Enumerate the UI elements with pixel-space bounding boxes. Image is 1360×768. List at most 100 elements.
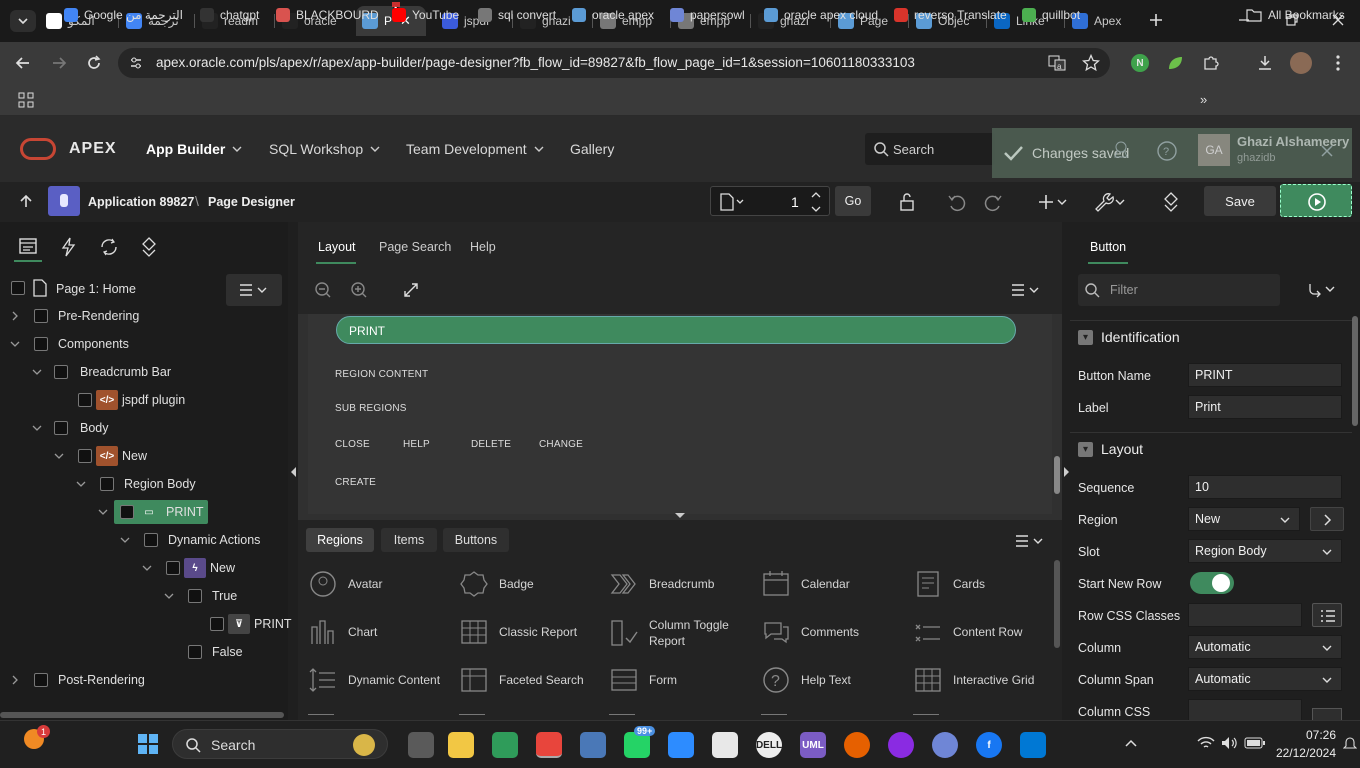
- kebab-menu-icon[interactable]: [1330, 54, 1346, 72]
- create-slot-label[interactable]: CREATE: [335, 477, 376, 488]
- layout-menu-icon[interactable]: [1010, 283, 1042, 297]
- url-text[interactable]: apex.oracle.com/pls/apex/r/apex/app-buil…: [156, 55, 915, 70]
- sub-regions-label[interactable]: SUB REGIONS: [335, 403, 407, 414]
- close-slot-label[interactable]: CLOSE: [335, 439, 370, 450]
- gallery-item[interactable]: Classic Report: [459, 617, 599, 647]
- chevron-down-icon[interactable]: [76, 479, 86, 489]
- lock-page-icon[interactable]: [896, 191, 918, 213]
- rendering-tab-icon[interactable]: [18, 236, 40, 258]
- file-explorer-icon[interactable]: [448, 732, 474, 758]
- tree-checkbox[interactable]: [100, 477, 114, 491]
- row-css-picker-button[interactable]: [1312, 603, 1342, 627]
- region-goto-button[interactable]: [1310, 507, 1344, 531]
- clock-time[interactable]: 07:26: [1282, 728, 1336, 742]
- chevron-down-icon[interactable]: [120, 535, 130, 545]
- tree-node-label[interactable]: Dynamic Actions: [168, 533, 260, 547]
- zoom-out-icon[interactable]: [314, 281, 332, 299]
- tab-search-button[interactable]: [10, 10, 36, 32]
- zoom-in-icon[interactable]: [350, 281, 368, 299]
- tree-checkbox[interactable]: [188, 589, 202, 603]
- gallery-item[interactable]: Calendar: [761, 569, 901, 599]
- nav-app-builder[interactable]: App Builder: [146, 141, 243, 157]
- tree-checkbox[interactable]: [166, 561, 180, 575]
- expand-icon[interactable]: [402, 281, 420, 299]
- apex-logo-text[interactable]: APEX: [69, 140, 117, 158]
- tree-node-label[interactable]: Body: [80, 421, 109, 435]
- windows-start-icon[interactable]: [137, 733, 159, 755]
- bookmark-star-icon[interactable]: [1082, 54, 1100, 72]
- print-button-component[interactable]: PRINT: [336, 316, 1016, 344]
- gallery-tab-regions[interactable]: Regions: [306, 528, 374, 552]
- snipping-tool-icon[interactable]: [712, 732, 738, 758]
- property-value-field[interactable]: Print: [1188, 395, 1342, 419]
- property-value-field[interactable]: New: [1188, 507, 1300, 531]
- tree-checkbox[interactable]: [78, 449, 92, 463]
- bookmark-item[interactable]: YouTube: [392, 8, 459, 22]
- page-selector[interactable]: 1: [710, 186, 830, 216]
- go-button[interactable]: Go: [835, 186, 871, 216]
- tree-checkbox[interactable]: [188, 645, 202, 659]
- clock-date[interactable]: 22/12/2024: [1268, 746, 1336, 760]
- create-menu-plus-icon[interactable]: [1038, 192, 1070, 212]
- gallery-item[interactable]: Dynamic Content: [308, 665, 448, 695]
- dynamic-actions-bolt-icon[interactable]: [58, 236, 80, 258]
- download-icon[interactable]: [1256, 54, 1274, 72]
- tree-menu-button[interactable]: [226, 274, 282, 306]
- tab-page-search[interactable]: Page Search: [379, 240, 451, 254]
- tab-help[interactable]: Help: [470, 240, 496, 254]
- chevron-down-icon[interactable]: [98, 507, 108, 517]
- application-icon[interactable]: [48, 186, 80, 216]
- gallery-item[interactable]: ? Help Text: [761, 665, 901, 695]
- translate-page-icon[interactable]: a: [1048, 54, 1066, 72]
- chrome-icon[interactable]: [536, 732, 562, 758]
- chevron-down-icon[interactable]: [32, 367, 42, 377]
- gallery-tab-buttons[interactable]: Buttons: [443, 528, 509, 552]
- task-view-icon[interactable]: [408, 732, 434, 758]
- spinner-icon[interactable]: [809, 189, 823, 215]
- property-value-field[interactable]: Automatic: [1188, 635, 1342, 659]
- property-value-field[interactable]: Automatic: [1188, 667, 1342, 691]
- gallery-menu-icon[interactable]: [1014, 534, 1046, 548]
- bookmark-item[interactable]: sql convert: [478, 8, 556, 22]
- collapse-right-arrow-icon[interactable]: [1062, 466, 1070, 478]
- chevron-down-icon[interactable]: [142, 563, 152, 573]
- extension-n-icon[interactable]: N: [1131, 54, 1149, 72]
- vscode-icon[interactable]: [1020, 732, 1046, 758]
- gallery-tab-items[interactable]: Items: [381, 528, 437, 552]
- undo-icon[interactable]: [946, 191, 968, 213]
- bookmark-item[interactable]: chatgpt: [200, 8, 259, 22]
- apex-search-box[interactable]: Search: [865, 133, 995, 165]
- property-value-field[interactable]: 10: [1188, 475, 1342, 499]
- tree-node-label[interactable]: False: [212, 645, 243, 659]
- tree-node-label[interactable]: jspdf plugin: [122, 393, 185, 407]
- utilities-wrench-icon[interactable]: [1092, 191, 1128, 213]
- battery-icon[interactable]: [1244, 735, 1266, 751]
- collapse-left-arrow-icon[interactable]: [290, 466, 298, 478]
- section-layout[interactable]: ▾ Layout: [1078, 441, 1143, 457]
- bookmark-item[interactable]: BLACKBOURD: [276, 8, 379, 22]
- bookmark-item[interactable]: papersowl: [670, 8, 745, 22]
- chevron-right-icon[interactable]: [10, 675, 20, 685]
- property-value-field[interactable]: [1188, 603, 1302, 627]
- gallery-item[interactable]: Interactive Grid: [913, 665, 1053, 695]
- delete-slot-label[interactable]: DELETE: [471, 439, 511, 450]
- profile-avatar[interactable]: [1290, 52, 1312, 74]
- photos-icon[interactable]: [580, 732, 606, 758]
- go-to-group-icon[interactable]: [1306, 282, 1340, 298]
- chevron-down-icon[interactable]: [164, 591, 174, 601]
- tree-node-label[interactable]: New: [210, 561, 235, 575]
- chevron-down-icon[interactable]: [54, 451, 64, 461]
- tree-node-label[interactable]: PRINT: [166, 505, 204, 519]
- oracle-logo-icon[interactable]: [20, 138, 56, 160]
- dell-icon[interactable]: DELL: [756, 732, 782, 758]
- processing-cycle-icon[interactable]: [98, 236, 120, 258]
- edge-icon[interactable]: [492, 732, 518, 758]
- gallery-item[interactable]: Column Toggle Report: [609, 617, 749, 649]
- chevron-down-icon[interactable]: [32, 423, 42, 433]
- tree-node-label[interactable]: New: [122, 449, 147, 463]
- extensions-puzzle-icon[interactable]: [1202, 54, 1220, 72]
- tree-checkbox[interactable]: [34, 337, 48, 351]
- gallery-item[interactable]: Form: [609, 665, 749, 695]
- nav-gallery[interactable]: Gallery: [570, 141, 614, 157]
- tree-root-page[interactable]: Page 1: Home: [56, 282, 136, 296]
